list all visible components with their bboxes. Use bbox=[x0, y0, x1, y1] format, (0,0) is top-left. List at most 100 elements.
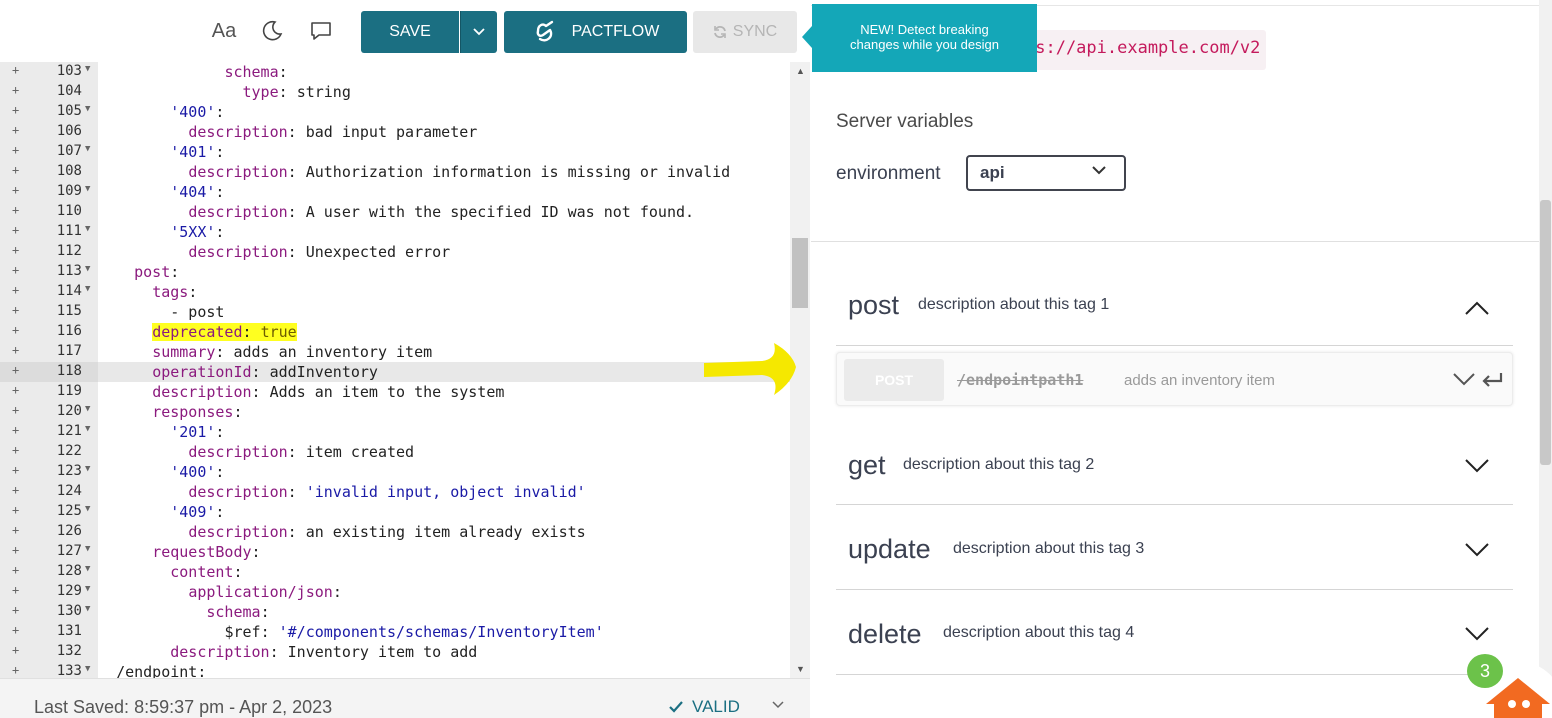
gutter-line[interactable]: +104 bbox=[0, 82, 98, 102]
preview-scroll-thumb[interactable] bbox=[1540, 200, 1551, 465]
add-comment-icon[interactable]: + bbox=[12, 623, 19, 637]
code-line[interactable]: - post bbox=[98, 302, 790, 322]
add-comment-icon[interactable]: + bbox=[12, 203, 19, 217]
add-comment-icon[interactable]: + bbox=[12, 563, 19, 577]
gutter-line[interactable]: +106 bbox=[0, 122, 98, 142]
save-button[interactable]: SAVE bbox=[361, 11, 459, 53]
add-comment-icon[interactable]: + bbox=[12, 243, 19, 257]
code-line[interactable]: description: Adds an item to the system bbox=[98, 382, 790, 402]
save-options-dropdown[interactable] bbox=[460, 11, 497, 53]
add-comment-icon[interactable]: + bbox=[12, 443, 19, 457]
tag-section-update[interactable]: update description about this tag 3 bbox=[836, 505, 1513, 590]
fold-toggle-icon[interactable]: ▼ bbox=[85, 184, 90, 194]
code-line[interactable]: deprecated: true bbox=[98, 322, 790, 342]
notification-count-badge[interactable]: 3 bbox=[1467, 654, 1503, 688]
gutter-line[interactable]: +118 bbox=[0, 362, 98, 382]
fold-toggle-icon[interactable]: ▼ bbox=[85, 664, 90, 674]
add-comment-icon[interactable]: + bbox=[12, 103, 19, 117]
gutter-line[interactable]: +121 ▼ bbox=[0, 422, 98, 442]
scroll-up-arrow-icon[interactable]: ▲ bbox=[796, 66, 805, 76]
gutter-line[interactable]: +120 ▼ bbox=[0, 402, 98, 422]
gutter-line[interactable]: +126 bbox=[0, 522, 98, 542]
code-line[interactable]: description: item created bbox=[98, 442, 790, 462]
fold-toggle-icon[interactable]: ▼ bbox=[85, 564, 90, 574]
gutter-line[interactable]: +125 ▼ bbox=[0, 502, 98, 522]
chevron-down-icon[interactable] bbox=[1453, 372, 1475, 386]
add-comment-icon[interactable]: + bbox=[12, 63, 19, 77]
tag-section-post[interactable]: post description about this tag 1 bbox=[836, 275, 1513, 346]
yaml-code-editor[interactable]: +103 ▼ +104 +105 ▼ +106 +107 ▼ +108 +109 ▼ +110 +111… bbox=[0, 62, 790, 678]
fold-toggle-icon[interactable]: ▼ bbox=[85, 544, 90, 554]
fold-toggle-icon[interactable]: ▼ bbox=[85, 584, 90, 594]
editor-scrollbar[interactable]: ▲ ▼ bbox=[790, 62, 810, 678]
code-line[interactable]: '404': bbox=[98, 182, 790, 202]
fold-toggle-icon[interactable]: ▼ bbox=[85, 604, 90, 614]
gutter-line[interactable]: +119 bbox=[0, 382, 98, 402]
add-comment-icon[interactable]: + bbox=[12, 383, 19, 397]
fold-toggle-icon[interactable]: ▼ bbox=[85, 64, 90, 74]
add-comment-icon[interactable]: + bbox=[12, 583, 19, 597]
fold-toggle-icon[interactable]: ▼ bbox=[85, 404, 90, 414]
code-line[interactable]: post: bbox=[98, 262, 790, 282]
environment-select[interactable]: api bbox=[966, 155, 1126, 191]
return-icon[interactable] bbox=[1481, 372, 1503, 388]
code-line[interactable]: /endpoint: bbox=[98, 662, 790, 678]
code-line[interactable]: '5XX': bbox=[98, 222, 790, 242]
add-comment-icon[interactable]: + bbox=[12, 403, 19, 417]
fold-toggle-icon[interactable]: ▼ bbox=[85, 224, 90, 234]
gutter-line[interactable]: +128 ▼ bbox=[0, 562, 98, 582]
code-line[interactable]: '400': bbox=[98, 102, 790, 122]
code-line[interactable]: '409': bbox=[98, 502, 790, 522]
code-line[interactable]: schema: bbox=[98, 602, 790, 622]
gutter-line[interactable]: +122 bbox=[0, 442, 98, 462]
gutter-line[interactable]: +107 ▼ bbox=[0, 142, 98, 162]
add-comment-icon[interactable]: + bbox=[12, 663, 19, 677]
gutter-line[interactable]: +132 bbox=[0, 642, 98, 662]
preview-scrollbar[interactable] bbox=[1539, 0, 1552, 718]
code-line[interactable]: description: an existing item already ex… bbox=[98, 522, 790, 542]
comment-icon[interactable] bbox=[304, 16, 338, 46]
gutter-line[interactable]: +114 ▼ bbox=[0, 282, 98, 302]
code-line[interactable]: description: bad input parameter bbox=[98, 122, 790, 142]
scroll-down-arrow-icon[interactable]: ▼ bbox=[796, 664, 805, 674]
gutter-line[interactable]: +109 ▼ bbox=[0, 182, 98, 202]
code-line[interactable]: type: string bbox=[98, 82, 790, 102]
code-line[interactable]: description: 'invalid input, object inva… bbox=[98, 482, 790, 502]
add-comment-icon[interactable]: + bbox=[12, 323, 19, 337]
fold-toggle-icon[interactable]: ▼ bbox=[85, 264, 90, 274]
gutter-line[interactable]: +129 ▼ bbox=[0, 582, 98, 602]
add-comment-icon[interactable]: + bbox=[12, 463, 19, 477]
chevron-down-icon[interactable] bbox=[1465, 459, 1489, 473]
gutter-line[interactable]: +130 ▼ bbox=[0, 602, 98, 622]
code-line[interactable]: responses: bbox=[98, 402, 790, 422]
add-comment-icon[interactable]: + bbox=[12, 123, 19, 137]
editor-scroll-thumb[interactable] bbox=[792, 238, 808, 308]
chevron-down-icon[interactable] bbox=[1465, 627, 1489, 641]
add-comment-icon[interactable]: + bbox=[12, 603, 19, 617]
code-line[interactable]: requestBody: bbox=[98, 542, 790, 562]
code-line[interactable]: '201': bbox=[98, 422, 790, 442]
pactflow-button[interactable]: PACTFLOW bbox=[504, 11, 687, 53]
gutter-line[interactable]: +113 ▼ bbox=[0, 262, 98, 282]
moon-icon[interactable] bbox=[256, 16, 288, 46]
fold-toggle-icon[interactable]: ▼ bbox=[85, 144, 90, 154]
gutter-line[interactable]: +127 ▼ bbox=[0, 542, 98, 562]
add-comment-icon[interactable]: + bbox=[12, 263, 19, 277]
add-comment-icon[interactable]: + bbox=[12, 503, 19, 517]
gutter-line[interactable]: +103 ▼ bbox=[0, 62, 98, 82]
code-line[interactable]: tags: bbox=[98, 282, 790, 302]
add-comment-icon[interactable]: + bbox=[12, 303, 19, 317]
tag-section-delete[interactable]: delete description about this tag 4 bbox=[836, 590, 1513, 675]
gutter-line[interactable]: +116 bbox=[0, 322, 98, 342]
code-line[interactable]: content: bbox=[98, 562, 790, 582]
gutter-line[interactable]: +110 bbox=[0, 202, 98, 222]
gutter-line[interactable]: +117 bbox=[0, 342, 98, 362]
add-comment-icon[interactable]: + bbox=[12, 183, 19, 197]
add-comment-icon[interactable]: + bbox=[12, 83, 19, 97]
add-comment-icon[interactable]: + bbox=[12, 483, 19, 497]
fold-toggle-icon[interactable]: ▼ bbox=[85, 284, 90, 294]
add-comment-icon[interactable]: + bbox=[12, 223, 19, 237]
sync-button[interactable]: SYNC bbox=[693, 11, 797, 53]
operation-row[interactable]: POST /endpointpath1 adds an inventory it… bbox=[836, 352, 1513, 406]
code-line[interactable]: application/json: bbox=[98, 582, 790, 602]
